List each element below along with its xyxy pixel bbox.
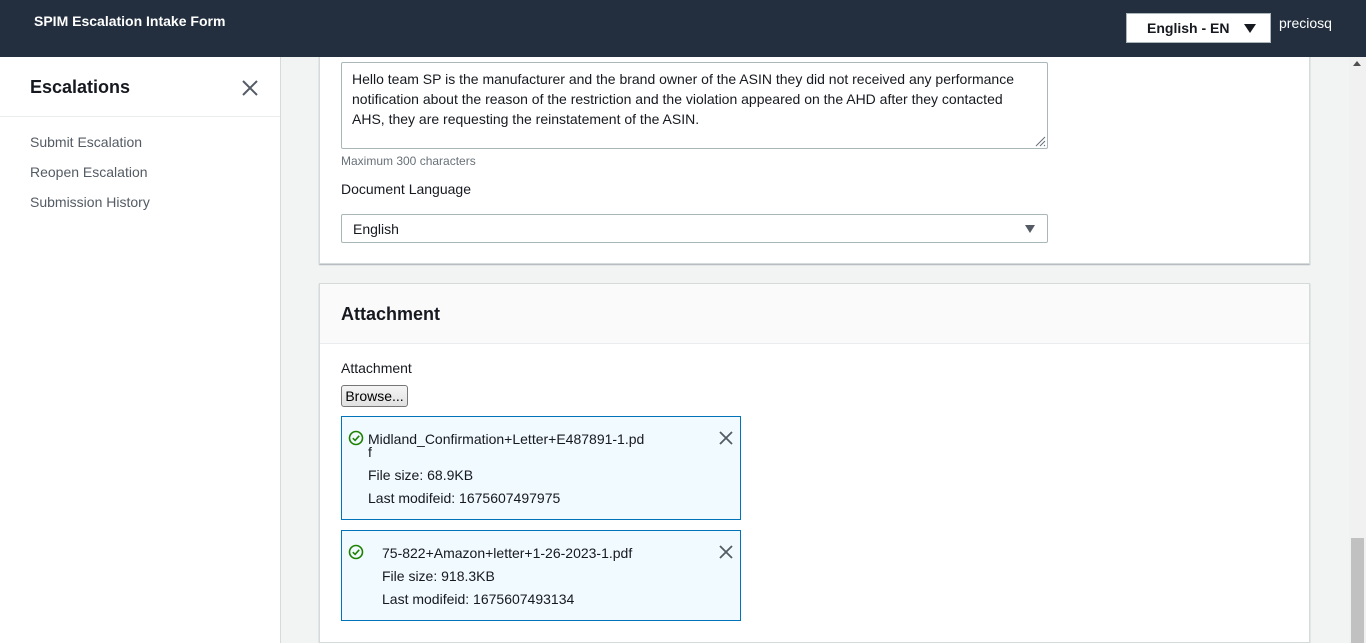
- sidebar-header: Escalations: [0, 57, 280, 117]
- attachment-panel: Attachment Attachment Browse... Midland_…: [319, 283, 1310, 643]
- file-size: File size: 918.3KB: [382, 568, 495, 584]
- sidebar-item-submit-escalation[interactable]: Submit Escalation: [30, 133, 150, 163]
- attached-file-card: Midland_Confirmation+Letter+E487891-1.pd…: [341, 416, 741, 520]
- close-icon[interactable]: [719, 545, 733, 559]
- language-selector[interactable]: English - EN: [1126, 13, 1271, 43]
- description-line: AHS, they are requesting the reinstateme…: [352, 111, 700, 127]
- resize-grip-icon[interactable]: [1034, 135, 1046, 147]
- attachment-field-label: Attachment: [341, 360, 412, 376]
- details-panel: Hello team SP is the manufacturer and th…: [319, 57, 1310, 264]
- sidebar-title: Escalations: [30, 77, 131, 97]
- check-circle-icon: [348, 544, 364, 560]
- close-icon[interactable]: [241, 79, 259, 97]
- attachment-section-title: Attachment: [341, 304, 441, 324]
- caret-down-icon: [1025, 225, 1035, 233]
- document-language-select[interactable]: English: [341, 214, 1048, 243]
- file-last-modified: Last modifeid: 1675607497975: [368, 490, 561, 506]
- file-size: File size: 68.9KB: [368, 467, 474, 483]
- sidebar-item-reopen-escalation[interactable]: Reopen Escalation: [30, 163, 150, 193]
- description-hint: Maximum 300 characters: [341, 154, 476, 168]
- language-selector-value: English - EN: [1147, 20, 1230, 36]
- main-content: Hello team SP is the manufacturer and th…: [281, 57, 1349, 643]
- top-navigation-bar: SPIM Escalation Intake Form English - EN…: [0, 0, 1366, 57]
- app-title[interactable]: SPIM Escalation Intake Form: [34, 13, 225, 29]
- browse-button[interactable]: Browse...: [341, 385, 408, 407]
- sidebar-nav: Submit Escalation Reopen Escalation Subm…: [30, 133, 150, 223]
- file-name: Midland_Confirmation+Letter+E487891-1.pd: [368, 431, 645, 447]
- sidebar-item-submission-history[interactable]: Submission History: [30, 193, 150, 223]
- attached-file-card: 75-822+Amazon+letter+1-26-2023-1.pdf Fil…: [341, 530, 741, 621]
- description-line: notification about the reason of the res…: [352, 91, 1003, 107]
- sidebar: Escalations Submit Escalation Reopen Esc…: [0, 57, 281, 643]
- file-name-wrap: f: [368, 444, 372, 460]
- document-language-label: Document Language: [341, 181, 471, 197]
- file-name: 75-822+Amazon+letter+1-26-2023-1.pdf: [382, 545, 633, 561]
- page-scrollbar[interactable]: [1349, 57, 1366, 643]
- check-circle-icon: [348, 430, 364, 446]
- scrollbar-thumb[interactable]: [1351, 538, 1364, 643]
- close-icon[interactable]: [719, 431, 733, 445]
- scroll-up-icon[interactable]: [1353, 61, 1361, 66]
- description-line: Hello team SP is the manufacturer and th…: [352, 71, 1015, 87]
- description-textarea[interactable]: Hello team SP is the manufacturer and th…: [341, 62, 1048, 149]
- document-language-value: English: [353, 221, 399, 237]
- caret-down-icon: [1244, 24, 1256, 33]
- file-last-modified: Last modifeid: 1675607493134: [382, 591, 575, 607]
- user-menu[interactable]: preciosq: [1279, 15, 1332, 31]
- attachment-panel-header: Attachment: [320, 284, 1309, 344]
